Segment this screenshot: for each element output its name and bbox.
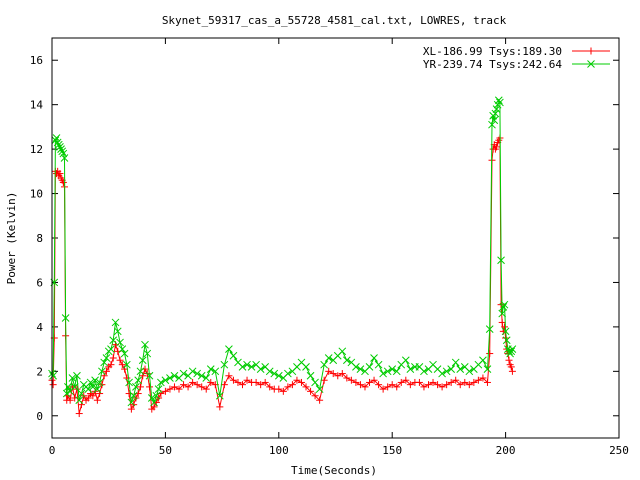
- data-point: [302, 363, 310, 371]
- data-point: [306, 371, 315, 380]
- x-tick-label: 150: [382, 444, 402, 457]
- axis-ticks: 0 2 4 6 8 10 12 14 16 0 50 100 150 200 250: [30, 38, 629, 457]
- y-tick-label: 2: [36, 365, 43, 378]
- data-point: [113, 327, 122, 336]
- data-point: [49, 381, 57, 389]
- data-point: [338, 347, 347, 356]
- legend: XL-186.99 Tsys:189.30YR-239.74 Tsys:242.…: [423, 45, 610, 71]
- data-point: [136, 367, 145, 376]
- data-point: [109, 354, 117, 362]
- data-point: [146, 383, 154, 391]
- data-point: [311, 378, 319, 387]
- data-point: [75, 410, 83, 418]
- y-tick-label: 4: [36, 321, 43, 334]
- data-point: [116, 338, 124, 347]
- chart-title: Skynet_59317_cas_a_55728_4581_cal.txt, L…: [162, 14, 507, 27]
- series-group: [48, 96, 517, 418]
- y-tick-label: 14: [30, 99, 44, 112]
- x-tick-label: 250: [609, 444, 629, 457]
- data-point: [229, 351, 238, 360]
- data-point: [479, 356, 487, 365]
- chart: Skynet_59317_cas_a_55728_4581_cal.txt, L…: [5, 14, 629, 477]
- data-point: [365, 363, 374, 371]
- y-tick-label: 16: [30, 54, 43, 67]
- x-tick-label: 100: [269, 444, 289, 457]
- y-tick-label: 10: [30, 188, 43, 201]
- data-point: [401, 356, 410, 365]
- data-point: [93, 396, 101, 404]
- y-tick-label: 6: [36, 276, 43, 289]
- data-point: [494, 96, 503, 105]
- y-tick-label: 8: [36, 232, 43, 245]
- plot-frame: [51, 37, 620, 439]
- data-point: [486, 350, 494, 358]
- data-point: [508, 367, 516, 375]
- y-tick-label: 0: [36, 410, 43, 423]
- data-point: [502, 334, 510, 342]
- data-point: [370, 354, 378, 362]
- data-point: [134, 376, 143, 385]
- data-point: [451, 358, 460, 367]
- legend-label-1: XL-186.99 Tsys:189.30: [423, 45, 562, 58]
- series-line-2: [51, 98, 513, 404]
- y-tick-label: 12: [30, 143, 43, 156]
- legend-label-2: YR-239.74 Tsys:242.64: [423, 58, 562, 71]
- data-point: [374, 360, 383, 369]
- x-tick-label: 50: [159, 444, 172, 457]
- data-point: [505, 356, 513, 364]
- data-point: [107, 345, 115, 353]
- x-axis-label: Time(Seconds): [291, 464, 377, 477]
- data-point: [154, 385, 163, 393]
- x-tick-label: 200: [496, 444, 516, 457]
- data-point: [225, 345, 233, 353]
- y-axis-label: Power (Kelvin): [5, 192, 18, 285]
- x-tick-label: 0: [49, 444, 56, 457]
- data-point: [216, 403, 224, 411]
